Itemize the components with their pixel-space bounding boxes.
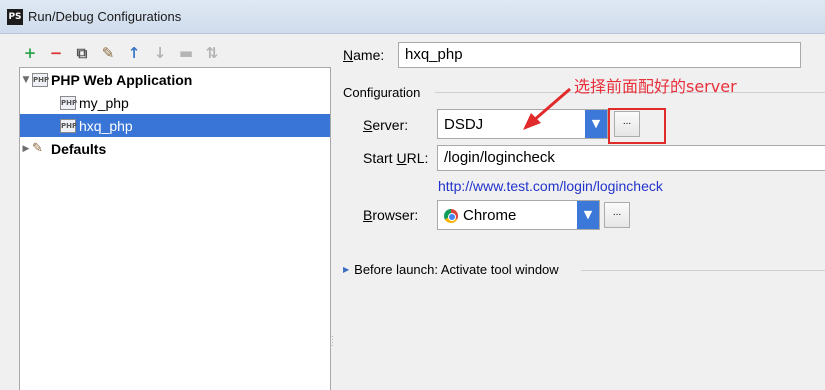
tree-item-label: hxq_php xyxy=(79,117,133,134)
phpstorm-logo-icon: PS xyxy=(7,9,23,25)
start-url-field[interactable]: /login/logincheck xyxy=(437,145,825,171)
expand-arrow-icon[interactable]: ▼ xyxy=(20,75,32,85)
configuration-label: Configuration xyxy=(343,85,421,100)
title-bar: PS Run/Debug Configurations xyxy=(0,0,825,34)
name-field[interactable]: hxq_php xyxy=(398,42,801,68)
window-title: Run/Debug Configurations xyxy=(28,9,182,24)
chrome-icon xyxy=(444,209,458,223)
tree-group-defaults[interactable]: ▶ ✎ Defaults xyxy=(20,137,330,160)
browser-select[interactable]: Chrome ▼ xyxy=(437,200,600,230)
separator xyxy=(581,270,825,271)
toolbar: + − ⧉ ✎ ↑ ↓ ▬ ⇅ xyxy=(20,42,222,64)
edit-defaults-icon[interactable]: ✎ xyxy=(98,43,118,63)
annotation-highlight-box xyxy=(608,108,666,144)
browser-config-button[interactable]: ... xyxy=(604,202,630,228)
add-icon[interactable]: + xyxy=(20,43,40,63)
server-label: Server: xyxy=(363,117,409,133)
dropdown-arrow-icon[interactable]: ▼ xyxy=(577,201,599,229)
move-up-icon[interactable]: ↑ xyxy=(124,43,144,63)
dropdown-arrow-icon[interactable]: ▼ xyxy=(585,110,607,138)
before-launch-label: Before launch: Activate tool window xyxy=(354,262,559,277)
name-label: Name: xyxy=(343,47,385,63)
php-web-app-icon: PHP xyxy=(32,72,49,87)
expand-arrow-icon[interactable]: ▶ xyxy=(343,265,349,274)
tree-item-hxq-php[interactable]: PHP hxq_php xyxy=(20,114,330,137)
folder-icon: ▬ xyxy=(178,44,194,62)
browser-value: Chrome xyxy=(463,207,517,224)
wrench-icon: ✎ xyxy=(32,140,43,156)
before-launch-section[interactable]: ▶ Before launch: Activate tool window xyxy=(343,262,559,277)
browser-label: Browser: xyxy=(363,207,419,223)
server-value: DSDJ xyxy=(444,116,484,133)
annotation-arrow-icon xyxy=(523,87,571,130)
annotation-text: 选择前面配好的server xyxy=(574,77,737,96)
tree-group-php-web-application[interactable]: ▼ PHP PHP Web Application xyxy=(20,68,330,91)
tree-item-my-php[interactable]: PHP my_php xyxy=(20,91,330,114)
start-url-label: Start URL: xyxy=(363,150,429,166)
sort-icon: ⇅ xyxy=(205,44,219,62)
remove-icon[interactable]: − xyxy=(46,43,66,63)
tree-group-label: Defaults xyxy=(51,140,107,157)
configuration-tree[interactable]: ▼ PHP PHP Web Application PHP my_php PHP… xyxy=(19,67,331,390)
splitter-handle[interactable]: · · · · xyxy=(331,333,334,350)
collapse-arrow-icon[interactable]: ▶ xyxy=(20,144,32,154)
php-config-icon: PHP xyxy=(60,118,77,133)
copy-icon[interactable]: ⧉ xyxy=(72,43,92,63)
tree-group-label: PHP Web Application xyxy=(51,71,193,88)
move-down-icon: ↓ xyxy=(153,44,167,62)
resolved-url-link[interactable]: http://www.test.com/login/logincheck xyxy=(438,178,663,194)
tree-item-label: my_php xyxy=(79,94,129,111)
php-config-icon: PHP xyxy=(60,95,77,110)
